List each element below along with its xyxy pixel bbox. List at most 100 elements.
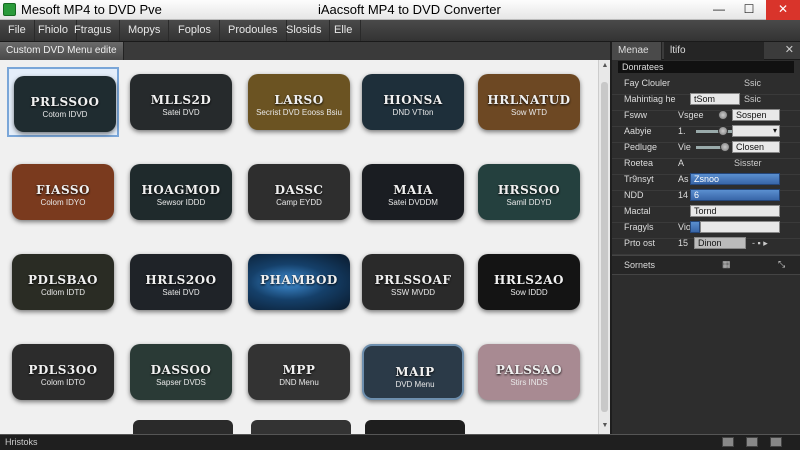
status-icon[interactable]: [722, 437, 734, 447]
template-partial: [133, 420, 233, 434]
template-title: HRLS2OO: [145, 273, 217, 287]
template-title: PRLSSOO: [30, 95, 100, 109]
section-sornets[interactable]: Sornets ▦ ⤡: [612, 255, 800, 275]
menu-template-18[interactable]: MPP DND Menu: [243, 337, 355, 407]
template-thumb: DASSOO Sapser DVDS: [130, 344, 232, 400]
template-title: HOAGMOD: [141, 183, 221, 197]
menu-template-6[interactable]: FIASSO Colom IDYO: [7, 157, 119, 227]
slider-knob[interactable]: [718, 126, 728, 136]
panel-close-icon[interactable]: ✕: [785, 43, 794, 56]
menu-template-14[interactable]: PRLSSOAF SSW MVDD: [357, 247, 469, 317]
template-thumb: PRLSSOAF SSW MVDD: [362, 254, 464, 310]
template-subtitle: Satei DVD: [162, 108, 200, 117]
menu-template-5[interactable]: HRLNATUD Sow WTD: [473, 67, 585, 137]
template-subtitle: Sow IDDD: [510, 288, 548, 297]
prop-select[interactable]: 6: [690, 189, 780, 201]
prop-input[interactable]: Closen: [732, 141, 780, 153]
prop-extra: Ssic: [744, 78, 762, 88]
right-tab-strip: Menae ltifo ✕: [612, 42, 800, 60]
menu-template-11[interactable]: PDLSBAO Cdlom IDTD: [7, 247, 119, 317]
scroll-down-icon[interactable]: ▼: [600, 422, 610, 429]
menu-template-15[interactable]: HRLS2AO Sow IDDD: [473, 247, 585, 317]
prop-input[interactable]: tSom: [690, 93, 740, 105]
template-subtitle: Colom IDYO: [40, 198, 86, 207]
template-subtitle: DVD Menu: [395, 380, 435, 389]
menu-template-1[interactable]: PRLSSOO Cotom IDVD: [7, 67, 119, 137]
template-thumb: PDLS3OO Colom IDTO: [12, 344, 114, 400]
menu-template-3[interactable]: LARSO Secrist DVD Eooss Bsiu: [243, 67, 355, 137]
color-swatch[interactable]: [690, 221, 700, 233]
slider-knob[interactable]: [718, 110, 728, 120]
status-text: Hristoks: [5, 437, 38, 447]
menu-template-9[interactable]: MAIA Satei DVDDM: [357, 157, 469, 227]
tab-ltifo[interactable]: ltifo: [664, 42, 764, 60]
menu-template-20[interactable]: PALSSAO Stirs INDS: [473, 337, 585, 407]
menu-template-17[interactable]: DASSOO Sapser DVDS: [125, 337, 237, 407]
menu-template-12[interactable]: HRLS2OO Satei DVD: [125, 247, 237, 317]
menu-template-10[interactable]: HRSSOO Samil DDYD: [473, 157, 585, 227]
expand-icon[interactable]: ⤡: [778, 259, 785, 270]
tab-custom-dvd-menu[interactable]: Custom DVD Menu edite: [0, 42, 124, 60]
prop-extra: Ssic: [744, 94, 762, 104]
menu-template-8[interactable]: DASSC Camp EYDD: [243, 157, 355, 227]
template-title: PRLSSOAF: [374, 273, 452, 287]
menu-bar: File Fhiolo Ftragus Mopys Foplos Prodoul…: [0, 20, 800, 42]
menu-ftragus[interactable]: Ftragus: [66, 20, 121, 41]
menu-elle[interactable]: Elle: [326, 20, 362, 41]
stepper-icon[interactable]: - ▪ ▸: [752, 238, 768, 249]
template-thumb: PRLSSOO Cotom IDVD: [14, 76, 116, 132]
template-partial: [365, 420, 465, 434]
template-title: PDLS3OO: [28, 363, 98, 377]
minimize-button[interactable]: —: [706, 0, 732, 20]
menu-template-2[interactable]: MLLS2D Satei DVD: [125, 67, 237, 137]
template-title: HIONSA: [383, 93, 443, 107]
menu-template-7[interactable]: HOAGMOD Sewsor IDDD: [125, 157, 237, 227]
grid-icon[interactable]: ▦: [722, 259, 731, 270]
template-subtitle: Satei DVD: [162, 288, 200, 297]
menu-prodoules[interactable]: Prodoules: [220, 20, 287, 41]
scroll-thumb[interactable]: [601, 82, 608, 412]
app-title: iAacsoft MP4 to DVD Converter: [318, 2, 501, 17]
tab-menae[interactable]: Menae: [612, 42, 662, 60]
menu-slosids[interactable]: Slosids: [278, 20, 331, 41]
maximize-button[interactable]: ☐: [736, 0, 762, 20]
status-icon[interactable]: [770, 437, 782, 447]
status-icon[interactable]: [746, 437, 758, 447]
prop-select[interactable]: Zsnoo: [690, 173, 780, 185]
menu-mopys[interactable]: Mopys: [120, 20, 170, 41]
template-thumb: PDLSBAO Cdlom IDTD: [12, 254, 114, 310]
menu-template-19[interactable]: MAIP DVD Menu: [357, 337, 469, 407]
scroll-up-icon[interactable]: ▲: [600, 62, 610, 69]
prop-label: Pedluge: [624, 142, 658, 152]
prop-input[interactable]: Dinon: [694, 237, 746, 249]
menu-template-13[interactable]: PHAMBOD: [243, 247, 355, 317]
prop-value: 14: [678, 190, 689, 200]
template-subtitle: Stirs INDS: [510, 378, 548, 387]
template-thumb: MAIA Satei DVDDM: [362, 164, 464, 220]
template-subtitle: Sewsor IDDD: [156, 198, 206, 207]
template-thumb: DASSC Camp EYDD: [248, 164, 350, 220]
template-subtitle: Cotom IDVD: [42, 110, 88, 119]
slider-knob[interactable]: [720, 142, 730, 152]
vertical-scrollbar[interactable]: ▲ ▼: [598, 60, 610, 434]
template-subtitle: Camp EYDD: [276, 198, 322, 207]
menu-template-4[interactable]: HIONSA DND VTton: [357, 67, 469, 137]
close-button[interactable]: ✕: [766, 0, 800, 20]
template-title: HRLS2AO: [493, 273, 565, 287]
template-title: MLLS2D: [150, 93, 212, 107]
slider-track[interactable]: [696, 130, 736, 133]
template-subtitle: SSW MVDD: [391, 288, 435, 297]
prop-input[interactable]: Sospen: [732, 109, 780, 121]
prop-input[interactable]: [700, 221, 780, 233]
prop-value: 1.: [678, 126, 686, 136]
template-subtitle: DND VTton: [392, 108, 434, 117]
prop-label: Mahintiag he: [624, 94, 676, 104]
menu-foplos[interactable]: Foplos: [170, 20, 221, 41]
template-panel: Custom DVD Menu edite PRLSSOO Cotom IDVD…: [0, 42, 610, 434]
template-title: DASSC: [274, 183, 324, 197]
prop-input[interactable]: Tornd: [690, 205, 780, 217]
dropdown-arrow-icon[interactable]: ▾: [770, 125, 780, 137]
template-partial: [251, 420, 351, 434]
template-subtitle: Satei DVDDM: [388, 198, 438, 207]
menu-template-16[interactable]: PDLS3OO Colom IDTO: [7, 337, 119, 407]
